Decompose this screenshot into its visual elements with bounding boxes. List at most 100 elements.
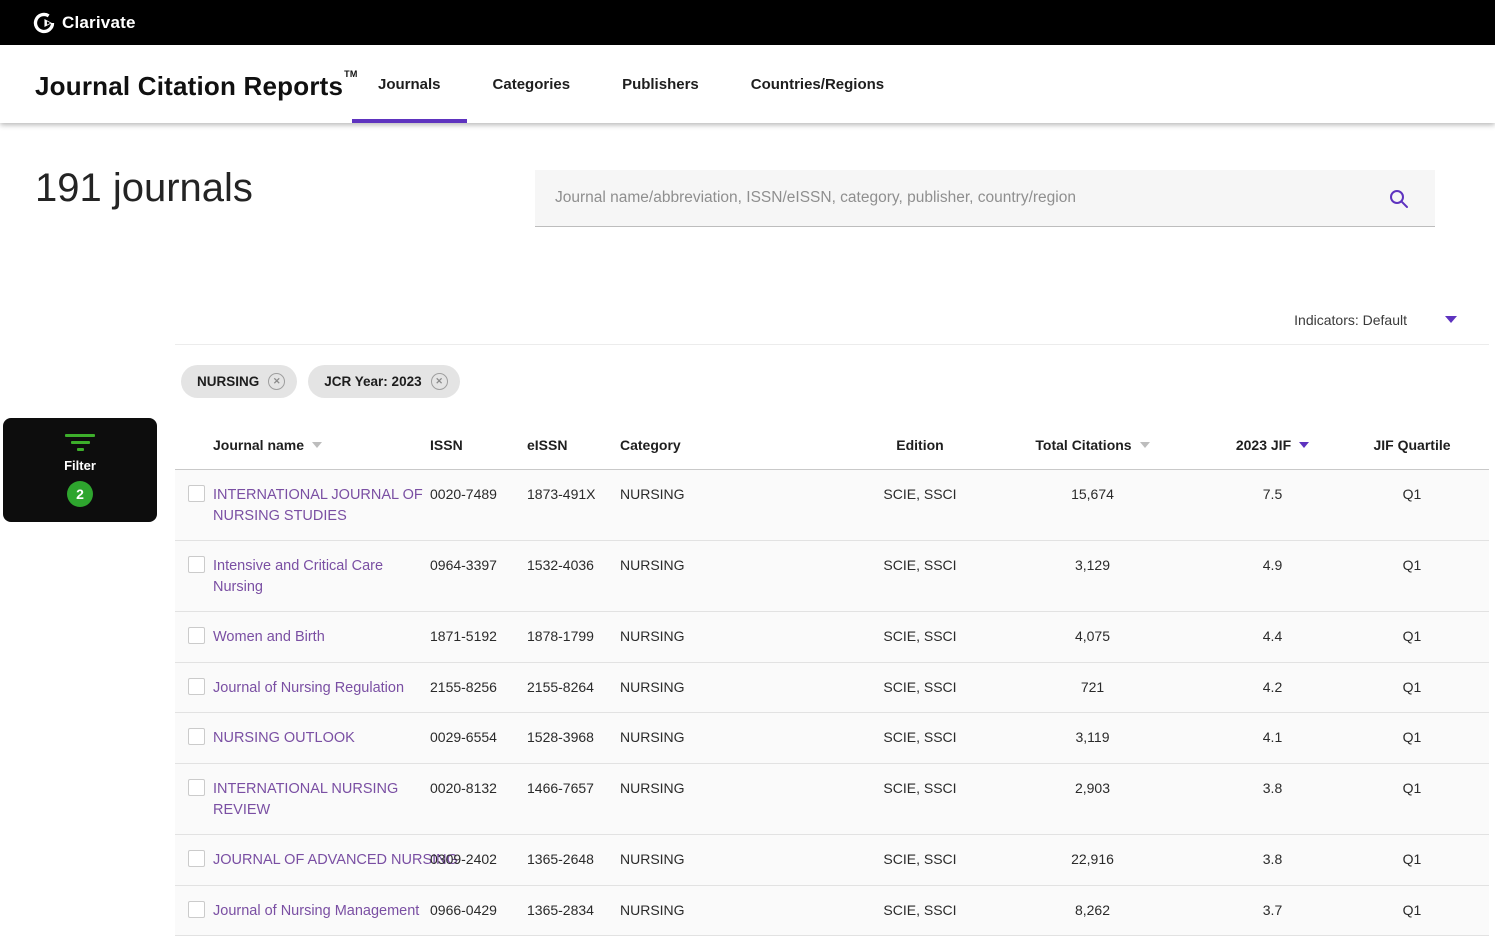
results-panel: Indicators: Default NURSING ✕ JCR Year: … <box>175 295 1489 936</box>
total-citations-cell: 3,129 <box>975 541 1210 611</box>
search-button[interactable] <box>1380 188 1435 209</box>
col-issn: ISSN <box>430 437 527 453</box>
tab-journals[interactable]: Journals <box>352 45 467 123</box>
issn-cell: 2155-8256 <box>430 663 527 713</box>
row-checkbox[interactable] <box>188 728 205 745</box>
row-checkbox[interactable] <box>188 779 205 796</box>
row-checkbox[interactable] <box>188 485 205 502</box>
eissn-cell: 1878-1799 <box>527 612 620 662</box>
journal-name-link[interactable]: NURSING OUTLOOK <box>213 730 355 746</box>
row-checkbox-cell <box>175 886 213 936</box>
col-eissn: eISSN <box>527 437 620 453</box>
row-checkbox[interactable] <box>188 901 205 918</box>
remove-chip-icon[interactable]: ✕ <box>268 373 285 390</box>
journal-name-link[interactable]: Journal of Nursing Management <box>213 903 419 919</box>
filter-button-label: Filter <box>64 458 96 473</box>
table-row: Intensive and Critical Care Nursing 0964… <box>175 541 1489 612</box>
category-cell: NURSING <box>620 470 865 540</box>
issn-cell: 0029-6554 <box>430 713 527 763</box>
total-citations-cell: 721 <box>975 663 1210 713</box>
table-row: Journal of Nursing Management 0966-0429 … <box>175 886 1489 936</box>
active-filter-chips: NURSING ✕ JCR Year: 2023 ✕ <box>175 345 1489 398</box>
jif-cell: 3.8 <box>1210 764 1335 834</box>
journal-name-link[interactable]: Women and Birth <box>213 629 325 645</box>
table-row: JOURNAL OF ADVANCED NURSING 0309-2402 13… <box>175 835 1489 886</box>
chevron-down-icon[interactable] <box>1445 316 1457 323</box>
edition-cell: SCIE, SSCI <box>865 886 975 936</box>
filter-icon <box>65 434 95 451</box>
category-cell: NURSING <box>620 713 865 763</box>
row-checkbox[interactable] <box>188 627 205 644</box>
edition-cell: SCIE, SSCI <box>865 541 975 611</box>
row-checkbox[interactable] <box>188 556 205 573</box>
jif-quartile-cell: Q1 <box>1335 886 1489 936</box>
edition-cell: SCIE, SSCI <box>865 835 975 885</box>
sort-icon-2023-jif[interactable] <box>1299 442 1309 448</box>
tab-publishers[interactable]: Publishers <box>596 45 725 123</box>
app-header: Journal Citation ReportsTM Journals Cate… <box>0 45 1495 123</box>
filter-chip-nursing[interactable]: NURSING ✕ <box>181 365 297 398</box>
eissn-cell: 1532-4036 <box>527 541 620 611</box>
jif-quartile-cell: Q1 <box>1335 663 1489 713</box>
jif-cell: 4.1 <box>1210 713 1335 763</box>
row-checkbox-cell <box>175 835 213 885</box>
journal-name-cell: INTERNATIONAL NURSING REVIEW <box>213 764 430 834</box>
row-checkbox-cell <box>175 541 213 611</box>
tab-countries-regions[interactable]: Countries/Regions <box>725 45 910 123</box>
col-2023-jif[interactable]: 2023 JIF <box>1210 437 1335 453</box>
journal-name-link[interactable]: JOURNAL OF ADVANCED NURSING <box>213 852 458 868</box>
category-cell: NURSING <box>620 612 865 662</box>
sort-icon-total-citations[interactable] <box>1140 442 1150 448</box>
journal-name-link[interactable]: INTERNATIONAL NURSING REVIEW <box>213 781 398 818</box>
eissn-cell: 1365-2648 <box>527 835 620 885</box>
filter-button[interactable]: Filter 2 <box>3 418 157 522</box>
row-checkbox[interactable] <box>188 850 205 867</box>
col-total-citations[interactable]: Total Citations <box>975 437 1210 453</box>
journal-name-cell: Women and Birth <box>213 612 430 662</box>
issn-cell: 0966-0429 <box>430 886 527 936</box>
eissn-cell: 1365-2834 <box>527 886 620 936</box>
row-checkbox-cell <box>175 612 213 662</box>
indicators-bar: Indicators: Default <box>175 295 1489 345</box>
jif-quartile-cell: Q1 <box>1335 764 1489 834</box>
table-header-row: Journal name ISSN eISSN Category Edition… <box>175 420 1489 470</box>
journal-name-link[interactable]: INTERNATIONAL JOURNAL OF NURSING STUDIES <box>213 487 423 524</box>
eissn-cell: 1873-491X <box>527 470 620 540</box>
row-checkbox-cell <box>175 663 213 713</box>
filter-chip-jcr-year[interactable]: JCR Year: 2023 ✕ <box>308 365 459 398</box>
eissn-cell: 2155-8264 <box>527 663 620 713</box>
eissn-cell: 1466-7657 <box>527 764 620 834</box>
remove-chip-icon[interactable]: ✕ <box>431 373 448 390</box>
indicators-dropdown-label[interactable]: Indicators: Default <box>1294 312 1407 328</box>
total-citations-cell: 8,262 <box>975 886 1210 936</box>
row-checkbox[interactable] <box>188 678 205 695</box>
jif-cell: 3.8 <box>1210 835 1335 885</box>
chip-label: NURSING <box>197 374 259 389</box>
issn-cell: 1871-5192 <box>430 612 527 662</box>
eissn-cell: 1528-3968 <box>527 713 620 763</box>
jif-cell: 4.2 <box>1210 663 1335 713</box>
tab-categories[interactable]: Categories <box>467 45 597 123</box>
table-row: NURSING OUTLOOK 0029-6554 1528-3968 NURS… <box>175 713 1489 764</box>
col-journal-name[interactable]: Journal name <box>213 437 430 453</box>
journal-name-cell: INTERNATIONAL JOURNAL OF NURSING STUDIES <box>213 470 430 540</box>
journal-name-link[interactable]: Journal of Nursing Regulation <box>213 680 404 696</box>
clarivate-mark-icon <box>33 12 55 34</box>
edition-cell: SCIE, SSCI <box>865 612 975 662</box>
category-cell: NURSING <box>620 886 865 936</box>
topbar: Clarivate <box>0 0 1495 45</box>
search-input[interactable] <box>535 189 1380 207</box>
main-nav: Journals Categories Publishers Countries… <box>352 45 910 123</box>
issn-cell: 0020-8132 <box>430 764 527 834</box>
journal-name-link[interactable]: Intensive and Critical Care Nursing <box>213 558 383 595</box>
search-bar <box>535 170 1435 227</box>
clarivate-logo[interactable]: Clarivate <box>33 12 136 34</box>
jif-quartile-cell: Q1 <box>1335 612 1489 662</box>
edition-cell: SCIE, SSCI <box>865 764 975 834</box>
category-cell: NURSING <box>620 835 865 885</box>
sort-icon-journal-name[interactable] <box>312 442 322 448</box>
total-citations-cell: 3,119 <box>975 713 1210 763</box>
issn-cell: 0964-3397 <box>430 541 527 611</box>
issn-cell: 0309-2402 <box>430 835 527 885</box>
journal-name-cell: Journal of Nursing Management <box>213 886 430 936</box>
